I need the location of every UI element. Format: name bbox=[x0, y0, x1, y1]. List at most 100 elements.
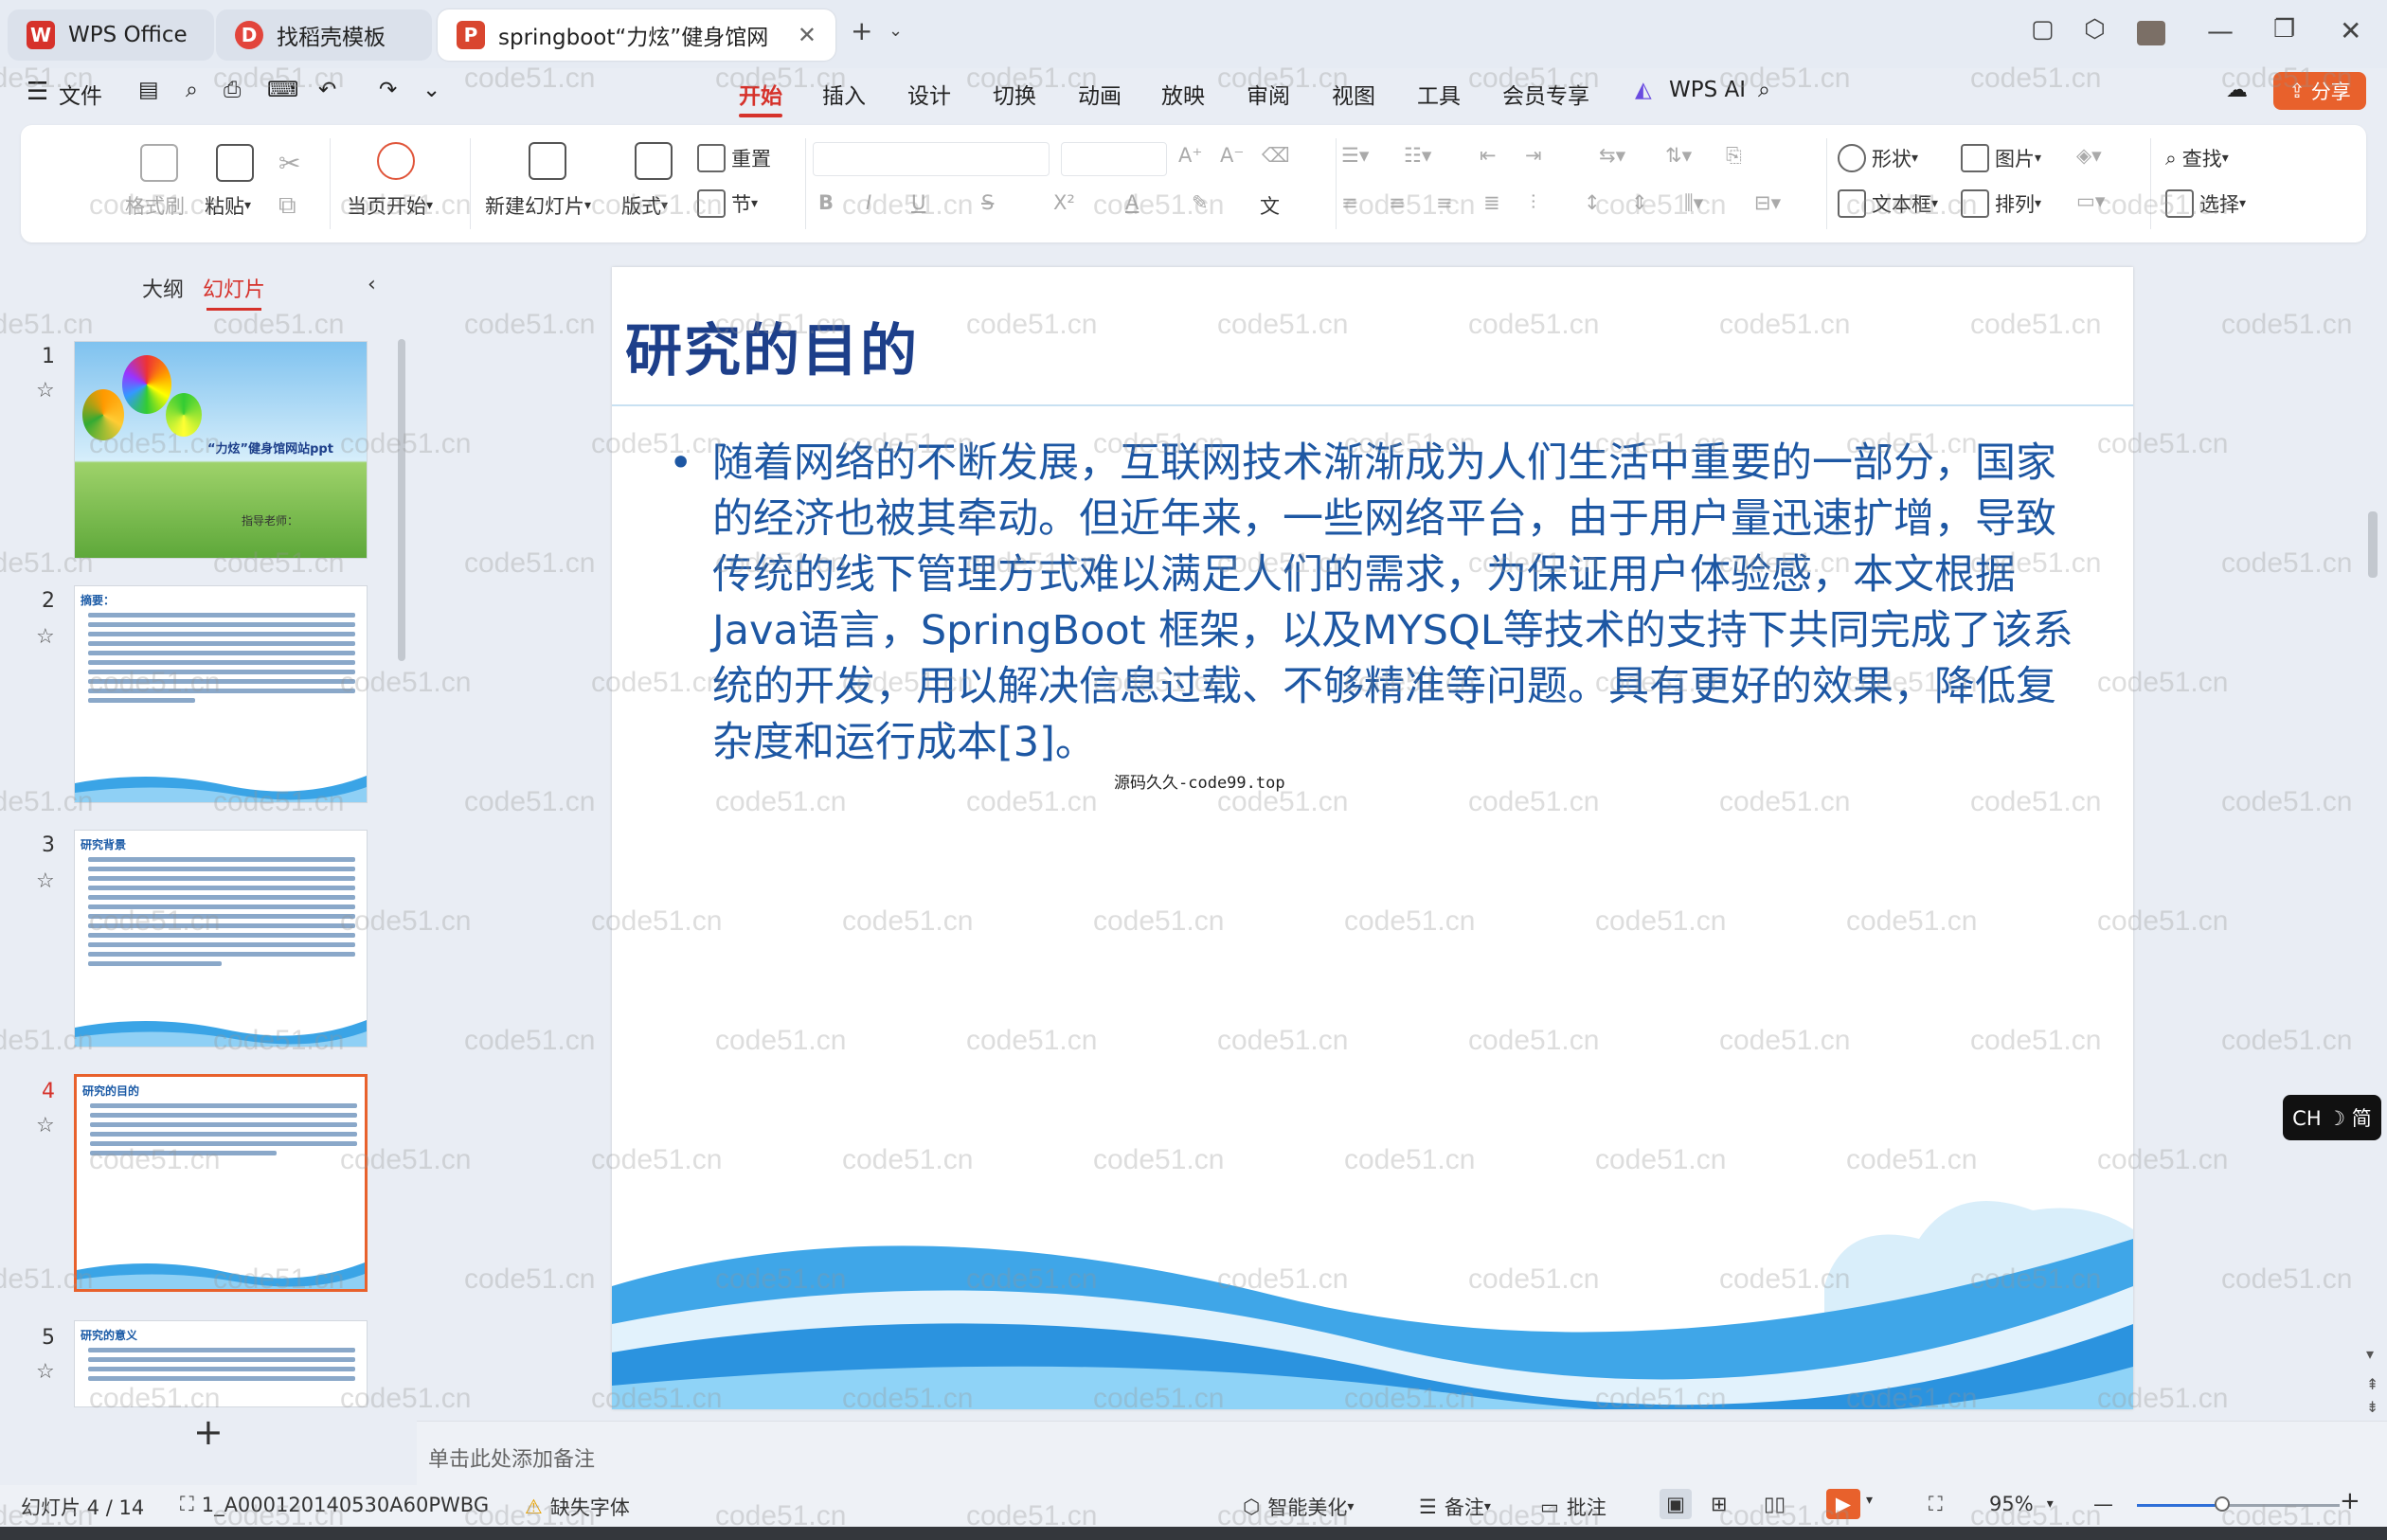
outline-icon[interactable]: ▭▾ bbox=[2076, 189, 2105, 212]
new-slide-button[interactable]: 新建幻灯片 ▾ bbox=[485, 191, 591, 220]
chevron-down-icon[interactable]: ▾ bbox=[1866, 1493, 1873, 1508]
align-left-icon[interactable]: ≡ bbox=[1341, 191, 1358, 214]
template-name[interactable]: ⛶ 1_A000120140530A60PWBG bbox=[180, 1493, 489, 1516]
notes-toggle[interactable]: ☰ 备注 ▾ bbox=[1419, 1493, 1491, 1521]
slide-thumbnail-2[interactable]: 摘要： bbox=[74, 585, 368, 803]
notes-placeholder[interactable]: 单击此处添加备注 bbox=[428, 1442, 595, 1473]
reset-button[interactable]: 重置 bbox=[697, 144, 771, 172]
copy-icon[interactable]: ⧉ bbox=[278, 191, 296, 221]
zoom-out-icon[interactable]: — bbox=[2093, 1493, 2113, 1515]
picture-button[interactable]: 图片 ▾ bbox=[1961, 144, 2041, 172]
slide-title[interactable]: 研究的目的 bbox=[625, 305, 919, 387]
slide-thumbnail-5[interactable]: 研究的意义 bbox=[74, 1320, 368, 1407]
text-direction-icon[interactable]: ⇆▾ bbox=[1599, 144, 1625, 167]
window-layout-icon[interactable]: ▢ bbox=[2031, 15, 2055, 44]
distribute-icon[interactable]: ⫶ bbox=[1531, 191, 1535, 215]
redo-icon[interactable]: ↷ bbox=[379, 78, 397, 102]
share-button[interactable]: ⇪ 分享 bbox=[2273, 72, 2366, 110]
zoom-slider-handle[interactable] bbox=[2215, 1496, 2230, 1512]
scroll-down-icon[interactable]: ▾ bbox=[2366, 1345, 2374, 1363]
underline-button[interactable]: U bbox=[911, 191, 925, 214]
italic-button[interactable]: I bbox=[866, 191, 871, 214]
slide-thumbnail-3[interactable]: 研究背景 bbox=[74, 830, 368, 1048]
vertical-align-icon[interactable]: ⊟▾ bbox=[1754, 191, 1781, 214]
strikethrough-button[interactable]: S bbox=[981, 191, 994, 214]
close-tab-icon[interactable]: ✕ bbox=[798, 22, 817, 48]
tab-list-chevron-icon[interactable]: ⌄ bbox=[888, 21, 903, 41]
file-menu[interactable]: 文件 bbox=[59, 78, 102, 110]
notes-pane[interactable]: 单击此处添加备注 bbox=[417, 1421, 2387, 1487]
restore-icon[interactable]: ❐ bbox=[2273, 15, 2295, 44]
hamburger-icon[interactable]: ☰ bbox=[27, 78, 48, 106]
menu-view[interactable]: 视图 bbox=[1332, 78, 1375, 110]
cloud-icon[interactable]: ☁ bbox=[2226, 78, 2248, 102]
phonetic-icon[interactable]: 文 bbox=[1260, 191, 1280, 220]
star-icon[interactable]: ☆ bbox=[36, 869, 55, 893]
arrange-button[interactable]: 排列 ▾ bbox=[1961, 189, 2041, 218]
star-icon[interactable]: ☆ bbox=[36, 625, 55, 649]
normal-view-icon[interactable]: ▣ bbox=[1660, 1489, 1692, 1519]
paste-button[interactable]: 粘贴 ▾ bbox=[205, 191, 251, 220]
clear-format-icon[interactable]: ⌫ bbox=[1262, 144, 1290, 167]
missing-font-button[interactable]: ⚠ 缺失字体 bbox=[525, 1493, 630, 1521]
star-icon[interactable]: ☆ bbox=[36, 1114, 55, 1137]
slide-canvas[interactable]: 研究的目的 随着网络的不断发展，互联网技术渐渐成为人们生活中重要的一部分，国家的… bbox=[612, 267, 2133, 1409]
superscript-button[interactable]: X² bbox=[1053, 191, 1075, 214]
convert-icon[interactable]: ⎘ bbox=[1726, 144, 1742, 168]
cube-icon[interactable]: ⬡ bbox=[2084, 15, 2106, 44]
textbox-button[interactable]: 文本框 ▾ bbox=[1838, 189, 1938, 218]
format-painter-button[interactable]: 格式刷 bbox=[125, 191, 185, 220]
comments-toggle[interactable]: ▭ 批注 bbox=[1540, 1493, 1606, 1521]
more-chevron-icon[interactable]: ⌄ bbox=[422, 78, 440, 102]
align-right-icon[interactable]: ≡ bbox=[1436, 191, 1453, 214]
find-button[interactable]: ⌕ 查找 ▾ bbox=[2165, 144, 2229, 172]
star-icon[interactable]: ☆ bbox=[36, 379, 55, 403]
minimize-icon[interactable]: — bbox=[2207, 15, 2234, 46]
select-button[interactable]: 选择 ▾ bbox=[2165, 189, 2246, 218]
increase-font-icon[interactable]: A⁺ bbox=[1178, 144, 1202, 167]
menu-review[interactable]: 审阅 bbox=[1247, 78, 1290, 110]
fill-icon[interactable]: ◈▾ bbox=[2076, 144, 2102, 167]
columns-icon[interactable]: ⫼▾ bbox=[1684, 191, 1703, 215]
reading-view-icon[interactable]: ▯▯ bbox=[1764, 1493, 1786, 1515]
tab-outline[interactable]: 大纲 bbox=[142, 273, 184, 303]
close-window-icon[interactable]: ✕ bbox=[2340, 15, 2361, 46]
zoom-select[interactable]: 95% ▾ bbox=[1989, 1493, 2054, 1515]
next-slide-icon[interactable]: ⇟ bbox=[2366, 1398, 2378, 1416]
decrease-indent-icon[interactable]: ⇤ bbox=[1480, 144, 1497, 167]
cut-icon[interactable]: ✂ bbox=[278, 148, 300, 179]
sort-icon[interactable]: ⇅▾ bbox=[1665, 144, 1692, 167]
bold-button[interactable]: B bbox=[818, 191, 834, 214]
undo-icon[interactable]: ↶ bbox=[318, 78, 336, 102]
zoom-in-icon[interactable]: + bbox=[2340, 1487, 2360, 1515]
font-size-select[interactable] bbox=[1061, 142, 1167, 176]
ime-indicator[interactable]: CH ☽ 简 bbox=[2283, 1095, 2381, 1140]
avatar[interactable] bbox=[2137, 21, 2165, 45]
layout-button[interactable]: 版式 ▾ bbox=[621, 191, 668, 220]
print-preview-icon[interactable]: ⌨ bbox=[267, 78, 298, 102]
menu-wps-ai[interactable]: WPS AI bbox=[1669, 78, 1746, 102]
source-caption[interactable]: 源码久久-code99.top bbox=[1114, 769, 1285, 793]
tab-slides[interactable]: 幻灯片 bbox=[203, 273, 265, 311]
align-center-icon[interactable]: ≡ bbox=[1389, 191, 1406, 214]
sorter-view-icon[interactable]: ⊞ bbox=[1711, 1493, 1728, 1515]
new-tab-button[interactable]: + bbox=[851, 15, 872, 46]
line-spacing-icon[interactable]: ↕ bbox=[1584, 191, 1601, 214]
bullets-icon[interactable]: ☰▾ bbox=[1341, 144, 1369, 167]
menu-slideshow[interactable]: 放映 bbox=[1161, 78, 1205, 110]
paragraph-spacing-icon[interactable]: ⇕ bbox=[1631, 191, 1648, 214]
play-slideshow-icon[interactable]: ▶ bbox=[1826, 1489, 1860, 1519]
menu-home[interactable]: 开始 bbox=[739, 78, 782, 117]
justify-icon[interactable]: ≣ bbox=[1483, 191, 1500, 214]
increase-indent-icon[interactable]: ⇥ bbox=[1525, 144, 1542, 167]
tab-wps-office[interactable]: W WPS Office bbox=[8, 9, 214, 61]
save-icon[interactable]: ▤ bbox=[138, 78, 159, 102]
highlight-icon[interactable]: ✎ bbox=[1192, 191, 1209, 214]
tab-docer-templates[interactable]: D 找稻壳模板 bbox=[216, 9, 432, 61]
decrease-font-icon[interactable]: A⁻ bbox=[1220, 144, 1244, 167]
slide-thumbnail-4[interactable]: 研究的目的 bbox=[74, 1074, 368, 1292]
canvas-scrollbar[interactable] bbox=[2368, 511, 2378, 578]
share-link-icon[interactable]: ⌕ bbox=[186, 78, 198, 102]
shape-button[interactable]: 形状 ▾ bbox=[1838, 144, 1918, 172]
play-from-current-button[interactable]: 当页开始 ▾ bbox=[347, 191, 433, 220]
